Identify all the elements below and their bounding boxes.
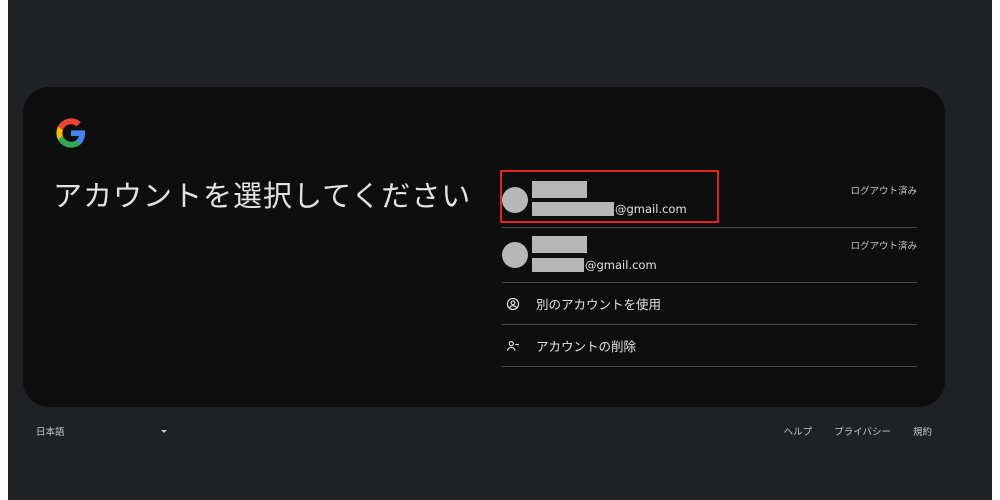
footer-links: ヘルプ プライバシー 規約 — [762, 424, 932, 438]
privacy-link[interactable]: プライバシー — [834, 424, 891, 438]
account-email: @gmail.com — [532, 202, 687, 216]
person-remove-icon — [506, 339, 520, 353]
remove-account-label: アカウントの削除 — [536, 339, 637, 354]
page-title: アカウントを選択してください — [53, 179, 472, 213]
google-logo-icon — [56, 118, 86, 148]
frame-edge-left — [0, 0, 8, 500]
remove-account-button[interactable]: アカウントの削除 — [502, 325, 917, 367]
account-circle-icon — [506, 297, 520, 311]
page: アカウントを選択してください @gmail.com ログアウト済み @gmail… — [0, 0, 1000, 500]
help-link[interactable]: ヘルプ — [784, 424, 813, 438]
use-another-account-label: 別のアカウントを使用 — [536, 297, 662, 312]
email-domain: @gmail.com — [585, 258, 657, 272]
account-row-2[interactable]: @gmail.com ログアウト済み — [502, 228, 917, 283]
language-select[interactable]: 日本語 — [36, 424, 171, 438]
caret-down-icon — [161, 429, 167, 433]
terms-link[interactable]: 規約 — [913, 424, 932, 438]
email-local-redacted — [532, 202, 614, 216]
account-row-1[interactable]: @gmail.com ログアウト済み — [500, 165, 917, 228]
account-list: @gmail.com ログアウト済み @gmail.com ログアウト済み 別の… — [500, 165, 917, 367]
account-name-redacted — [532, 236, 587, 253]
language-label: 日本語 — [36, 427, 65, 438]
account-status: ログアウト済み — [850, 241, 917, 252]
avatar — [502, 242, 528, 268]
account-email: @gmail.com — [532, 258, 657, 272]
use-another-account-button[interactable]: 別のアカウントを使用 — [502, 283, 917, 325]
account-name-redacted — [532, 181, 587, 198]
email-domain: @gmail.com — [615, 202, 687, 216]
account-status: ログアウト済み — [850, 186, 917, 197]
email-local-redacted — [532, 258, 584, 272]
account-chooser-card: アカウントを選択してください @gmail.com ログアウト済み @gmail… — [23, 87, 945, 407]
frame-edge-right — [992, 0, 1000, 500]
avatar — [502, 187, 528, 213]
